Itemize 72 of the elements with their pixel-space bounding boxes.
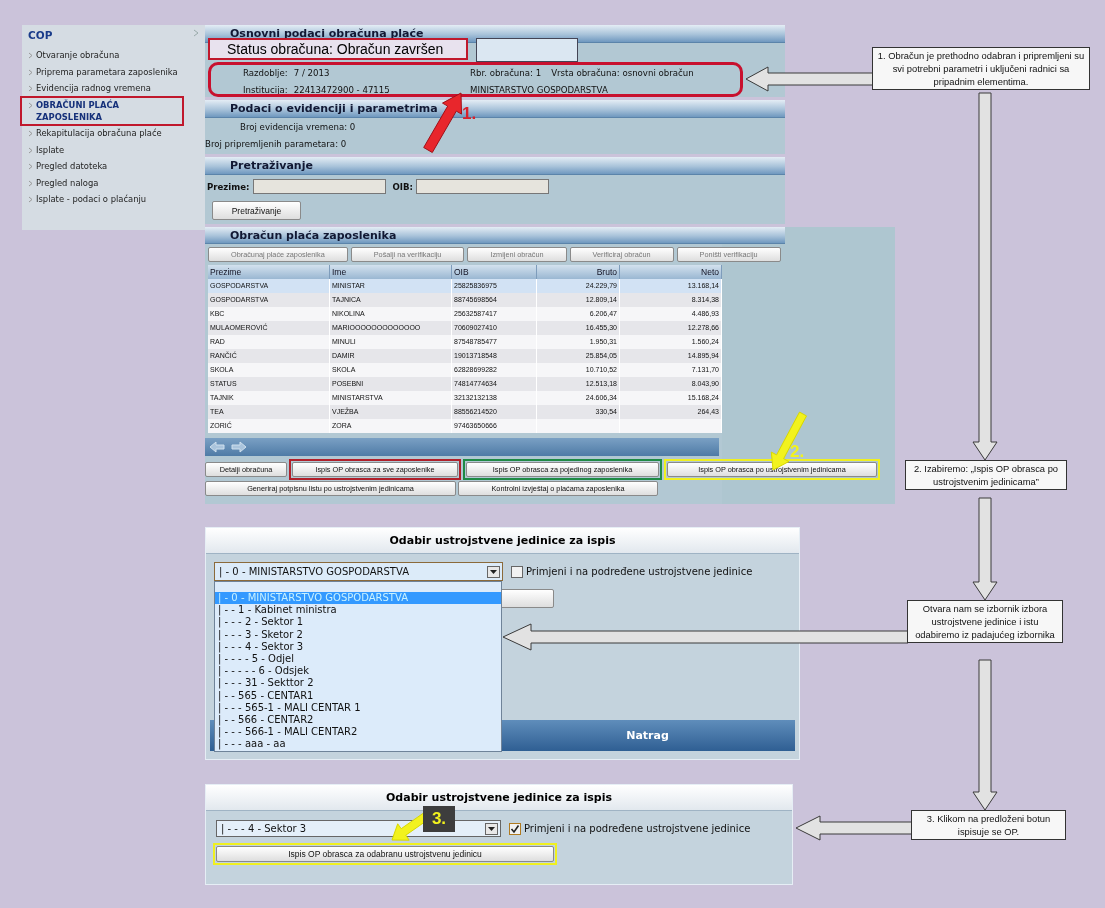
search-button[interactable]: Pretraživanje [212,201,301,220]
info-text: Vrsta obračuna: osnovni obračun [551,68,694,80]
field-label: Prezime: [207,181,250,192]
chevron-icon [28,146,33,154]
input-field[interactable] [416,179,550,194]
status-label: Status obračuna: Obračun završen [208,38,468,60]
chevron-icon [28,85,33,92]
dropdown-option[interactable]: | - - 1 - Kabinet ministra [215,604,501,617]
sidebar-item[interactable]: Priprema parametara zaposlenika [28,65,199,78]
field-value: 7 / 2013 [293,68,330,80]
dropdown-option[interactable]: | - - - 566-1 - MALI CENTAR2 [215,726,501,739]
input-field[interactable] [252,179,386,194]
info-text: Broj pripremljenih parametara: 0 [205,139,348,151]
column-header[interactable]: Bruto [537,265,620,279]
step-marker: 1. [462,104,477,124]
dialog-title: Odabir ustrojstvene jedinice za ispis [206,785,792,811]
dropdown-option[interactable]: | - - 565 - CENTAR1 [215,689,501,702]
dropdown-option[interactable]: | - - - 3 - Sketor 2 [215,628,501,641]
callout-note: Otvara nam se izbornik izbora ustrojstvene jedinice i istu odabiremo iz padajućeg izbornika [907,600,1063,643]
sidebar-item[interactable]: Rekapitulacija obračuna plaće [28,127,199,139]
dropdown-field[interactable]: | - 0 - MINISTARSTVO GOSPODARSTVA [214,562,503,581]
checkbox[interactable] [509,822,521,835]
callout-note: 2. Izabiremo: „Ispis OP obrasca po ustrojstvenim jedinicama” [905,460,1067,490]
chevron-icon [28,130,33,137]
info-text: MINISTARSTVO GOSPODARSTVA [470,85,608,97]
print-button[interactable]: Ispis OP obrasca za odabranu ustrojstvenu jedinicu [216,846,554,862]
dropdown-option[interactable]: | - - - aaa - aa [215,738,501,751]
dialog-title: Odabir ustrojstvene jedinice za ispis [206,528,799,554]
callout-note: 3. Klikom na predloženi botun ispisuje se OP. [911,810,1066,840]
field-value: 22413472900 - 47115 [293,85,390,97]
column-header[interactable]: Prezime [208,265,330,279]
sidebar-title: COP [28,29,53,41]
sidebar-item[interactable]: Pregled naloga [28,176,199,189]
checkbox-label: Primjeni i na podređene ustrojstvene jedinice [524,823,751,834]
column-header[interactable]: OIB [452,265,537,279]
chevron-icon [193,29,199,37]
section-header: Pretraživanje [205,157,785,175]
chevron-icon [28,163,33,170]
field-label: Razdoblje: [243,68,288,80]
field-label: OIB: [392,181,414,192]
chevron-icon [28,179,33,187]
chevron-icon [28,196,33,203]
section-header: Obračun plaća zaposlenika [205,227,785,244]
caret-icon [488,826,495,831]
info-text: Broj evidencija vremena: 0 [239,122,357,134]
sidebar-item[interactable]: Evidencija radnog vremena [28,82,199,94]
dropdown-option[interactable]: | - - - - 5 - Odjel [215,652,501,666]
field-label: Institucija: [243,85,288,97]
checkbox[interactable] [511,565,523,578]
chevron-icon [28,52,33,59]
info-text: Rbr. obračuna: 1 [470,68,542,80]
left-arrow-icon[interactable] [209,441,225,453]
sidebar-item[interactable]: Pregled datoteka [28,160,199,172]
chevron-icon [28,68,33,76]
step-marker: 2. [790,442,805,462]
sidebar-item[interactable]: Isplate - podaci o plaćanju [28,193,199,205]
sidebar-item[interactable]: OBRAČUNI PLAĆA ZAPOSLENIKA [23,98,181,123]
caret-icon [490,569,497,574]
right-arrow-icon[interactable] [231,441,247,453]
dropdown-option[interactable]: | - - - - - 6 - Odsjek [215,665,501,678]
sidebar-item[interactable]: Isplate [28,143,199,156]
column-header[interactable]: Neto [620,265,722,279]
dropdown-option[interactable]: | - - - 31 - Sekttor 2 [215,677,501,690]
dropdown-option[interactable]: | - - - 565-1 - MALI CENTAR 1 [215,701,501,714]
button[interactable] [500,589,554,608]
dropdown-option[interactable]: | - - - 4 - Sektor 3 [215,640,501,653]
column-header[interactable]: Ime [330,265,452,279]
chevron-icon [28,101,33,109]
checkbox-label: Primjeni i na podređene ustrojstvene jedinice [526,566,753,577]
sidebar-item[interactable]: Otvaranje obračuna [28,49,199,61]
dropdown-option[interactable]: | - - - 2 - Sektor 1 [215,616,501,629]
callout-note: 1. Obračun je prethodno odabran i pripremljeni su svi potrebni parametri i uključeni radnici sa pripadnim elementima. [872,47,1090,90]
